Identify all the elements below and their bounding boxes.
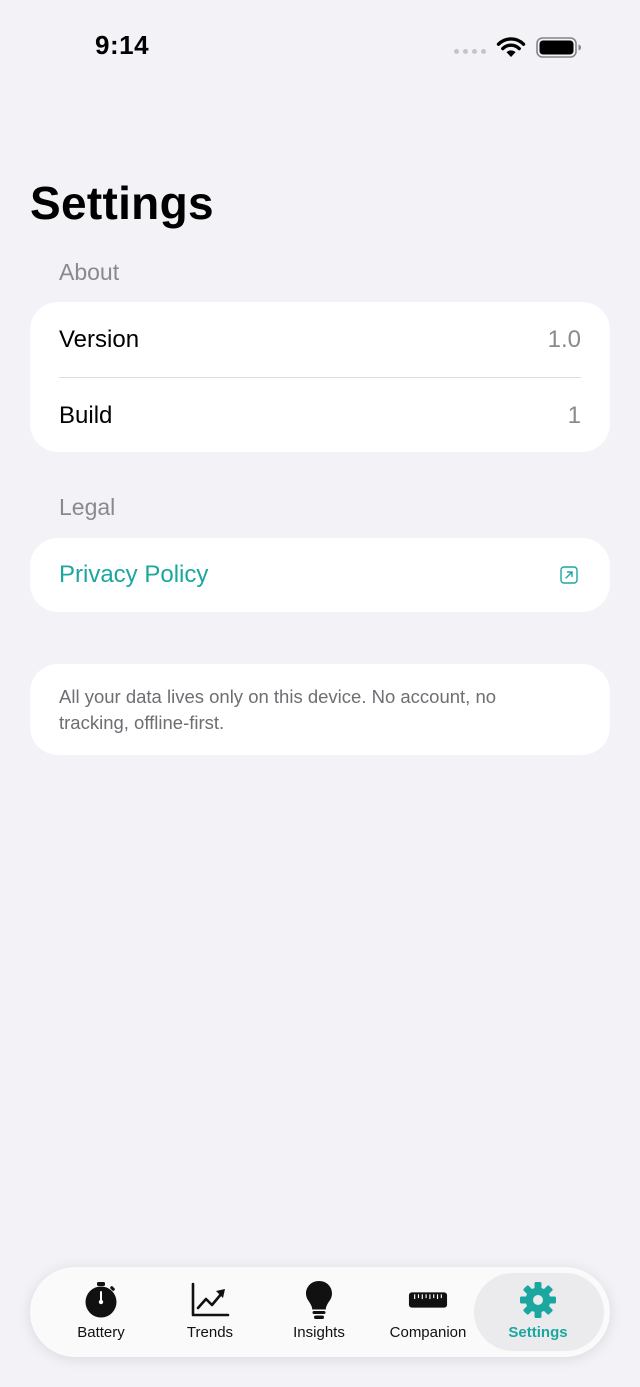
privacy-policy-row[interactable]: Privacy Policy: [30, 538, 610, 612]
tab-bar: Battery Trends Insights Companion Settin…: [30, 1267, 610, 1357]
tab-trends[interactable]: Trends: [156, 1267, 264, 1357]
tab-insights-label: Insights: [293, 1324, 345, 1341]
section-header-legal: Legal: [59, 494, 116, 520]
cellular-signal-icon: [454, 49, 486, 54]
chart-trend-icon: [190, 1281, 230, 1319]
page-title: Settings: [30, 177, 214, 229]
privacy-note-text: All your data lives only on this device.…: [59, 686, 497, 733]
tab-insights[interactable]: Insights: [265, 1267, 373, 1357]
build-label: Build: [59, 402, 113, 429]
tab-trends-label: Trends: [186, 1324, 234, 1341]
external-link-icon: [560, 566, 578, 584]
tab-settings-label: Settings: [508, 1324, 568, 1341]
status-bar: 9:14: [0, 0, 640, 96]
about-card: Version 1.0 Build 1: [30, 302, 610, 452]
section-header-about: About: [59, 259, 120, 285]
version-value: 1.0: [547, 326, 581, 353]
lightbulb-icon: [299, 1281, 339, 1319]
tab-companion-label: Companion: [389, 1324, 467, 1341]
status-time: 9:14: [95, 30, 150, 60]
tab-settings[interactable]: Settings: [484, 1267, 592, 1357]
privacy-note-card: All your data lives only on this device.…: [30, 664, 610, 755]
build-value: 1: [567, 402, 581, 429]
wifi-icon: [496, 37, 526, 57]
privacy-policy-label: Privacy Policy: [59, 561, 209, 588]
version-row: Version 1.0: [59, 302, 581, 378]
ruler-icon: [408, 1281, 448, 1319]
tab-battery[interactable]: Battery: [47, 1267, 155, 1357]
privacy-policy-link[interactable]: Privacy Policy: [59, 538, 581, 612]
version-label: Version: [59, 326, 140, 353]
tab-companion[interactable]: Companion: [374, 1267, 482, 1357]
tab-battery-label: Battery: [77, 1324, 125, 1341]
stopwatch-icon: [81, 1281, 121, 1319]
battery-icon: [536, 37, 581, 58]
build-row: Build 1: [59, 378, 581, 454]
gear-icon: [518, 1281, 558, 1319]
